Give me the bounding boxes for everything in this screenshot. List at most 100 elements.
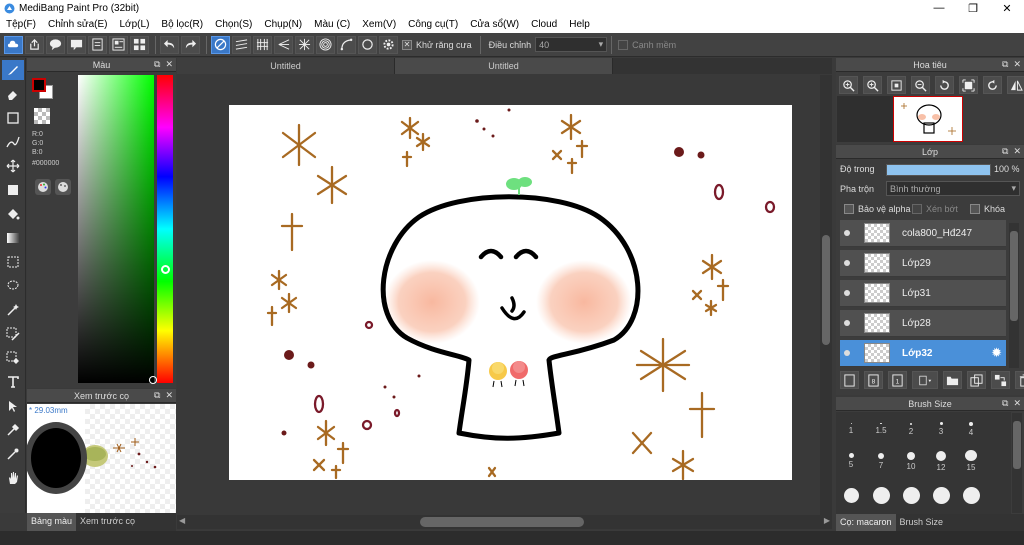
close-button[interactable]: ✕ — [990, 2, 1024, 15]
rectangle-tool-icon[interactable] — [2, 108, 24, 128]
popout-icon[interactable]: ⧉ — [1002, 59, 1008, 70]
eye-icon[interactable] — [840, 280, 854, 307]
text-tool-icon[interactable] — [2, 372, 24, 392]
menu-layer[interactable]: Lớp(L) — [114, 19, 156, 30]
close-icon[interactable]: ✕ — [165, 59, 173, 70]
brush-size-option[interactable] — [866, 484, 896, 506]
brush-size-option[interactable] — [926, 484, 956, 506]
lock-option[interactable]: Khóa — [968, 204, 1005, 214]
minimize-button[interactable]: — — [922, 2, 956, 15]
menu-window[interactable]: Cửa sổ(W) — [464, 19, 525, 30]
opacity-slider[interactable] — [886, 164, 991, 176]
menu-filter[interactable]: Bộ lọc(R) — [155, 19, 209, 30]
alpha-lock-checkbox[interactable] — [844, 204, 854, 214]
cloud-icon[interactable] — [4, 35, 23, 54]
brush-size-scrollbar[interactable] — [1012, 413, 1022, 513]
popout-icon[interactable]: ⧉ — [1002, 398, 1008, 409]
eye-icon[interactable] — [840, 250, 854, 277]
gear-icon[interactable]: ✹ — [991, 345, 1002, 361]
soft-edge-checkbox[interactable] — [618, 39, 629, 50]
menu-select[interactable]: Chọn(S) — [209, 19, 258, 30]
brush-size-option[interactable]: 10 — [896, 450, 926, 472]
concentric-snap-icon[interactable] — [316, 35, 335, 54]
brush-size-option[interactable]: 15 — [956, 450, 986, 472]
menu-view[interactable]: Xem(V) — [356, 19, 402, 30]
tab-brush-preview[interactable]: Xem trước cọ — [76, 513, 139, 531]
brush-size-option[interactable]: 1.5 — [866, 418, 896, 440]
menu-color[interactable]: Màu (C) — [308, 19, 356, 30]
scroll-right-icon[interactable]: ▶ — [824, 516, 830, 525]
rotate-right-icon[interactable] — [983, 76, 1002, 94]
popout-icon[interactable]: ⧉ — [154, 390, 160, 401]
alpha-lock-option[interactable]: Bảo vệ alpha — [842, 204, 911, 214]
fit-view-icon[interactable] — [887, 76, 906, 94]
menu-cloud[interactable]: Cloud — [525, 19, 563, 30]
curve-snap-icon[interactable] — [337, 35, 356, 54]
brush-size-option[interactable]: 2 — [896, 418, 926, 440]
antialias-checkbox[interactable]: ✕ — [402, 39, 412, 50]
brush-size-option[interactable]: 3 — [926, 418, 956, 440]
menu-help[interactable]: Help — [563, 19, 596, 30]
clipping-checkbox[interactable] — [912, 204, 922, 214]
zoom-in-icon[interactable] — [863, 76, 882, 94]
close-icon[interactable]: ✕ — [1013, 59, 1021, 70]
page-icon[interactable] — [88, 35, 107, 54]
menu-file[interactable]: Tệp(F) — [0, 19, 42, 30]
new-layer-icon[interactable] — [840, 371, 859, 389]
eye-icon[interactable] — [840, 220, 854, 247]
layer-item[interactable]: Lớp28 — [840, 310, 1006, 337]
radial-snap-icon[interactable] — [295, 35, 314, 54]
eye-icon[interactable] — [840, 310, 854, 337]
horizontal-scrollbar[interactable]: ◀ ▶ — [177, 515, 832, 529]
palette-edit-icon[interactable] — [55, 179, 71, 195]
merge-down-icon[interactable] — [991, 371, 1010, 389]
saturation-value-picker[interactable] — [78, 75, 154, 383]
layer-item[interactable]: Lớp29 — [840, 250, 1006, 277]
redo-icon[interactable] — [181, 35, 200, 54]
layer-item[interactable]: cola800_Hđ247 — [840, 220, 1006, 247]
lasso-tool-icon[interactable] — [2, 276, 24, 296]
folder-icon[interactable] — [943, 371, 962, 389]
select-pen-tool-icon[interactable] — [2, 324, 24, 344]
bucket-tool-icon[interactable] — [2, 204, 24, 224]
scroll-thumb[interactable] — [822, 235, 830, 345]
rotate-left-icon[interactable] — [935, 76, 954, 94]
brush-size-option[interactable]: 1 — [836, 418, 866, 440]
scroll-thumb[interactable] — [420, 517, 584, 527]
menu-snap[interactable]: Chụp(N) — [258, 19, 308, 30]
parallel-snap-icon[interactable] — [232, 35, 251, 54]
dropper-tool-icon[interactable] — [2, 420, 24, 440]
layer-item-selected[interactable]: Lớp32 ✹ — [840, 340, 1006, 367]
new-8bit-layer-icon[interactable]: 8 — [864, 371, 883, 389]
brush-size-option[interactable]: 12 — [926, 450, 956, 472]
hue-slider[interactable] — [157, 75, 173, 383]
tab-brush-macaron[interactable]: Cọ: macaron — [836, 514, 896, 531]
undo-icon[interactable] — [160, 35, 179, 54]
hand-tool-icon[interactable] — [2, 468, 24, 488]
comment-icon[interactable] — [46, 35, 65, 54]
tab-color-palette[interactable]: Bảng màu — [27, 513, 77, 531]
grid-icon[interactable] — [130, 35, 149, 54]
palette-icon[interactable] — [35, 179, 51, 195]
select-eraser-tool-icon[interactable] — [2, 348, 24, 368]
lock-checkbox[interactable] — [970, 204, 980, 214]
operation-tool-icon[interactable] — [2, 396, 24, 416]
menu-tools[interactable]: Công cụ(T) — [402, 19, 464, 30]
tab-brush-size[interactable]: Brush Size — [896, 514, 948, 531]
brush-size-option[interactable]: 5 — [836, 450, 866, 472]
cross-snap-icon[interactable] — [253, 35, 272, 54]
scroll-thumb[interactable] — [1010, 231, 1018, 321]
brush-size-option[interactable] — [896, 484, 926, 506]
actual-size-icon[interactable] — [959, 76, 978, 94]
upload-icon[interactable] — [25, 35, 44, 54]
menu-edit[interactable]: Chỉnh sửa(E) — [42, 19, 114, 30]
layer-list-scrollbar[interactable] — [1009, 223, 1019, 368]
brush-size-option[interactable] — [956, 484, 986, 506]
flip-horizontal-icon[interactable] — [1007, 76, 1024, 94]
pen-line-tool-icon[interactable] — [2, 132, 24, 152]
ellipse-snap-icon[interactable] — [358, 35, 377, 54]
close-icon[interactable]: ✕ — [1013, 398, 1021, 409]
vertical-scrollbar[interactable] — [820, 75, 832, 520]
eye-icon[interactable] — [840, 340, 854, 367]
brush-size-option[interactable]: 7 — [866, 450, 896, 472]
